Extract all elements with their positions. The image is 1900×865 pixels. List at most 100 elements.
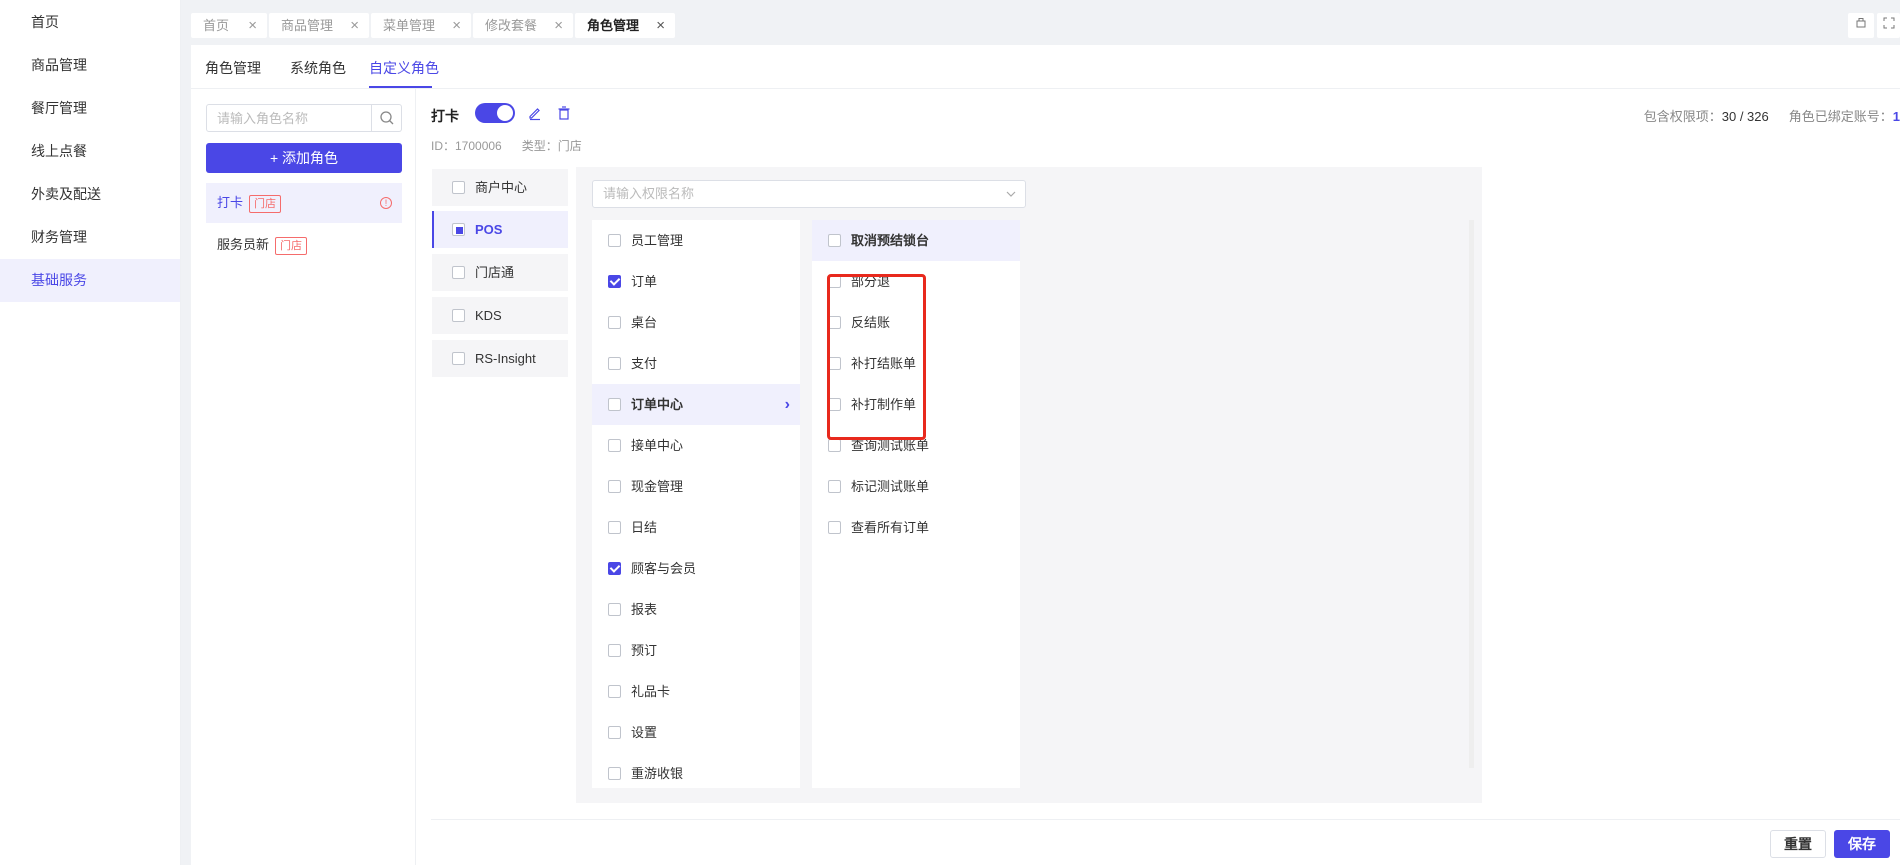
perm-item-reprint-kitchen[interactable]: 补打制作单	[812, 384, 1020, 425]
tab-edit-combo[interactable]: 修改套餐 ×	[473, 13, 573, 38]
delete-icon[interactable]	[556, 105, 572, 121]
search-button[interactable]	[372, 104, 402, 132]
checkbox[interactable]	[608, 562, 621, 576]
add-role-button[interactable]: + 添加角色	[206, 143, 402, 173]
perm-group-tables[interactable]: 桌台	[592, 302, 800, 343]
checkbox[interactable]	[452, 266, 465, 280]
role-search-input[interactable]	[206, 104, 372, 132]
perm-group-orders[interactable]: 订单	[592, 261, 800, 302]
sidebar-item-delivery[interactable]: 外卖及配送	[0, 173, 180, 216]
role-meta: ID：1700006 类型：门店	[431, 137, 602, 154]
role-enabled-toggle[interactable]	[475, 103, 515, 123]
checkbox[interactable]	[608, 439, 621, 453]
tab-role-management[interactable]: 角色管理 ×	[575, 13, 675, 38]
role-item-daka[interactable]: 打卡 门店 !	[206, 183, 402, 223]
pin-icon[interactable]	[1848, 13, 1874, 38]
module-store-connect[interactable]: 门店通	[432, 254, 568, 291]
tab-products[interactable]: 商品管理 ×	[269, 13, 369, 38]
module-label: 商户中心	[475, 180, 528, 195]
checkbox[interactable]	[608, 521, 621, 535]
role-name: 打卡	[217, 195, 244, 210]
permission-search-select[interactable]: 请输入权限名称	[592, 180, 1026, 208]
perm-group-staff[interactable]: 员工管理	[592, 220, 800, 261]
subtab-custom-roles[interactable]: 自定义角色	[369, 58, 439, 78]
checkbox[interactable]	[608, 316, 621, 330]
perm-group-cash[interactable]: 现金管理	[592, 466, 800, 507]
checkbox[interactable]	[608, 234, 621, 248]
checkbox[interactable]	[452, 352, 465, 366]
perm-group-order-receiving[interactable]: 接单中心	[592, 425, 800, 466]
perm-label: 标记测试账单	[851, 479, 930, 494]
perm-group-customers[interactable]: 顾客与会员	[592, 548, 800, 589]
perm-item-reverse-checkout[interactable]: 反结账	[812, 302, 1020, 343]
perm-item-query-test-bill[interactable]: 查询测试账单	[812, 425, 1020, 466]
fullscreen-icon[interactable]	[1877, 13, 1900, 38]
close-icon[interactable]: ×	[248, 13, 257, 38]
perm-group-reports[interactable]: 报表	[592, 589, 800, 630]
perm-group-order-center[interactable]: 订单中心 ›	[592, 384, 800, 425]
perm-label: 订单中心	[631, 397, 684, 412]
checkbox[interactable]	[828, 480, 841, 494]
perm-group-reservations[interactable]: 预订	[592, 630, 800, 671]
save-button[interactable]: 保存	[1834, 830, 1890, 858]
checkbox[interactable]	[828, 357, 841, 371]
tab-menu[interactable]: 菜单管理 ×	[371, 13, 471, 38]
checkbox[interactable]	[828, 275, 841, 289]
module-pos[interactable]: POS	[432, 211, 568, 248]
tab-home[interactable]: 首页 ×	[191, 13, 267, 38]
close-icon[interactable]: ×	[452, 13, 461, 38]
footer-divider	[431, 819, 1900, 820]
role-id: ID：1700006	[431, 139, 502, 153]
checkbox[interactable]	[452, 181, 465, 195]
checkbox[interactable]	[608, 726, 621, 740]
close-icon[interactable]: ×	[350, 13, 359, 38]
close-icon[interactable]: ×	[554, 13, 563, 38]
checkbox[interactable]	[608, 644, 621, 658]
sidebar-item-home[interactable]: 首页	[0, 1, 180, 44]
perm-item-partial-refund[interactable]: 部分退	[812, 261, 1020, 302]
edit-icon[interactable]	[527, 105, 543, 121]
sidebar-item-restaurant[interactable]: 餐厅管理	[0, 87, 180, 130]
perm-label: 顾客与会员	[631, 561, 697, 576]
sidebar-item-online-order[interactable]: 线上点餐	[0, 130, 180, 173]
perm-item-reprint-bill[interactable]: 补打结账单	[812, 343, 1020, 384]
perm-item-mark-test-bill[interactable]: 标记测试账单	[812, 466, 1020, 507]
sidebar-item-basic-services[interactable]: 基础服务	[0, 259, 180, 302]
checkbox[interactable]	[608, 398, 621, 412]
checkbox[interactable]	[828, 234, 841, 248]
search-icon	[380, 111, 394, 125]
warning-icon: !	[380, 197, 392, 209]
checkbox[interactable]	[452, 309, 465, 323]
close-icon[interactable]: ×	[656, 13, 665, 38]
perm-group-more[interactable]: 重游收银	[592, 753, 800, 788]
module-merchant-center[interactable]: 商户中心	[432, 169, 568, 206]
checkbox[interactable]	[608, 357, 621, 371]
checkbox[interactable]	[608, 275, 621, 289]
module-kds[interactable]: KDS	[432, 297, 568, 334]
perm-item-view-all-orders[interactable]: 查看所有订单	[812, 507, 1020, 548]
perm-item-cancel-prebill-lock[interactable]: 取消预结锁台	[812, 220, 1020, 261]
reset-button[interactable]: 重置	[1770, 830, 1826, 858]
role-item-waiter[interactable]: 服务员新 门店	[206, 225, 402, 265]
checkbox[interactable]	[608, 480, 621, 494]
perm-group-gift-card[interactable]: 礼品卡	[592, 671, 800, 712]
sidebar-item-products[interactable]: 商品管理	[0, 44, 180, 87]
perm-group-daily-close[interactable]: 日结	[592, 507, 800, 548]
scrollbar[interactable]	[1469, 220, 1474, 768]
checkbox[interactable]	[828, 316, 841, 330]
checkbox[interactable]	[452, 223, 465, 237]
stats-value-accounts[interactable]: 1	[1893, 109, 1900, 124]
perm-group-payment[interactable]: 支付	[592, 343, 800, 384]
subtab-system-roles[interactable]: 系统角色	[290, 58, 346, 78]
sidebar-item-finance[interactable]: 财务管理	[0, 216, 180, 259]
perm-group-settings[interactable]: 设置	[592, 712, 800, 753]
module-rs-insight[interactable]: RS-Insight	[432, 340, 568, 377]
role-badge: 门店	[275, 236, 308, 255]
checkbox[interactable]	[828, 521, 841, 535]
checkbox[interactable]	[608, 685, 621, 699]
checkbox[interactable]	[828, 398, 841, 412]
checkbox[interactable]	[828, 439, 841, 453]
subtab-role-management[interactable]: 角色管理	[205, 58, 261, 78]
checkbox[interactable]	[608, 767, 621, 781]
checkbox[interactable]	[608, 603, 621, 617]
